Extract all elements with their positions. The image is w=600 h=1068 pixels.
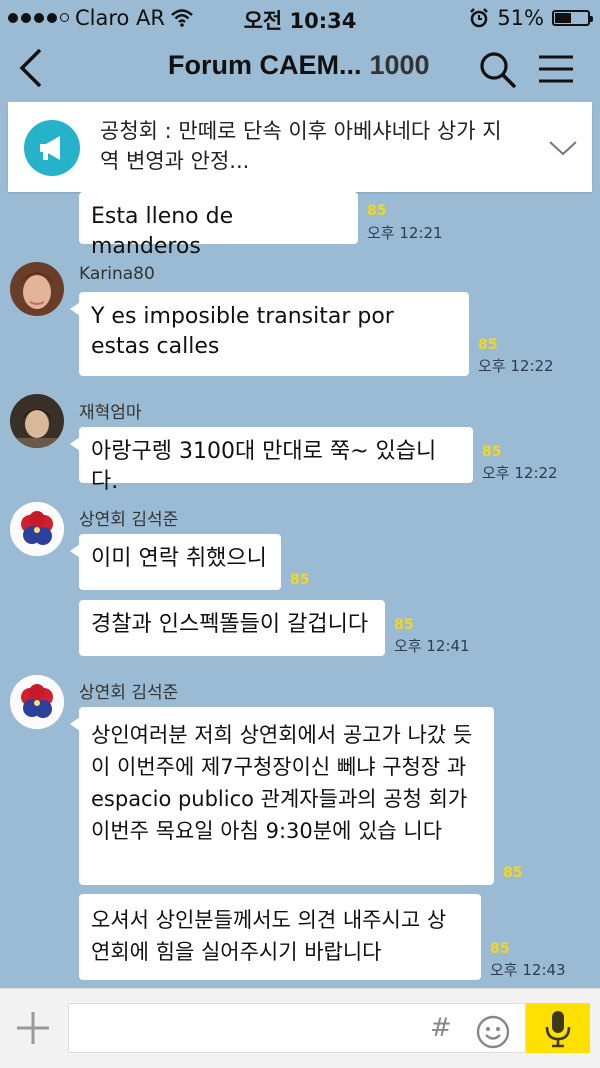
message-time: 오후 12:21 [367,224,443,242]
message-time: 오후 12:41 [394,637,470,655]
unread-count: 85 [503,865,523,881]
message-bubble[interactable]: 오셔서 상인분들께서도 의견 내주시고 상 연회에 힘을 실어주시기 바랍니다 [79,894,481,980]
microphone-icon [545,1011,571,1048]
status-bar: Claro AR 오전 10:34 51% [0,0,600,36]
message-bubble[interactable]: 아랑구렝 3100대 만대로 쭉~ 있습니다. [70,427,473,494]
unread-count: 85 [394,617,414,633]
back-chevron-icon[interactable] [14,46,54,90]
avatar[interactable] [10,394,64,448]
message-bubble[interactable]: Esta lleno de manderos [79,192,358,259]
sender-name: 상연회 김석준 [79,510,179,530]
message-input-bar: # [0,988,600,1068]
notice-text: 공청회 : 만떼로 단속 이후 아베샤네다 상가 지역 변영과 안정... [100,119,502,173]
chat-title: Forum CAEM... 1000 [168,50,430,81]
avatar[interactable] [10,675,64,729]
avatar[interactable] [10,502,64,556]
message-time: 오후 12:22 [478,357,554,375]
avatar[interactable] [10,262,64,316]
message-bubble[interactable]: Y es imposible transitar por estas calle… [70,292,469,376]
chat-name: Forum CAEM... [168,50,362,80]
hashtag-search-icon[interactable]: # [430,1013,452,1043]
megaphone-icon [24,120,80,176]
plus-icon[interactable] [14,1009,52,1047]
unread-count: 85 [478,337,498,353]
sender-name: 재혁엄마 [79,403,142,423]
battery-percentage: 51% [497,6,544,30]
search-icon[interactable] [478,50,518,90]
chat-header: Forum CAEM... 1000 [0,36,600,100]
unread-count: 85 [367,203,387,219]
pinned-notice-banner[interactable]: 공청회 : 만떼로 단속 이후 아베샤네다 상가 지역 변영과 안정... [8,102,592,192]
hamburger-menu-icon[interactable] [538,54,574,84]
alarm-clock-icon [470,8,489,28]
chevron-down-icon[interactable] [546,132,580,162]
unread-count: 85 [290,572,310,588]
message-bubble[interactable]: 경찰과 인스펙똘들이 갈겁니다 [79,600,385,656]
emoji-icon[interactable] [476,1015,510,1049]
message-time: 오후 12:43 [490,961,566,979]
message-bubble[interactable]: 이미 연락 취했으니 [70,534,281,590]
battery-icon [552,10,593,26]
sender-name: 상연회 김석준 [79,683,179,703]
unread-count: 85 [482,444,502,460]
message-time: 오후 12:22 [482,464,558,482]
message-bubble[interactable]: 상인여러분 저희 상연회에서 공고가 나갔 듯이 이번주에 제7구청장이신 뻬냐… [70,707,494,885]
member-count: 1000 [369,50,430,80]
voice-record-button[interactable] [526,1003,590,1053]
message-input[interactable] [68,1003,526,1053]
unread-count: 85 [490,941,510,957]
sender-name: Karina80 [79,264,155,284]
